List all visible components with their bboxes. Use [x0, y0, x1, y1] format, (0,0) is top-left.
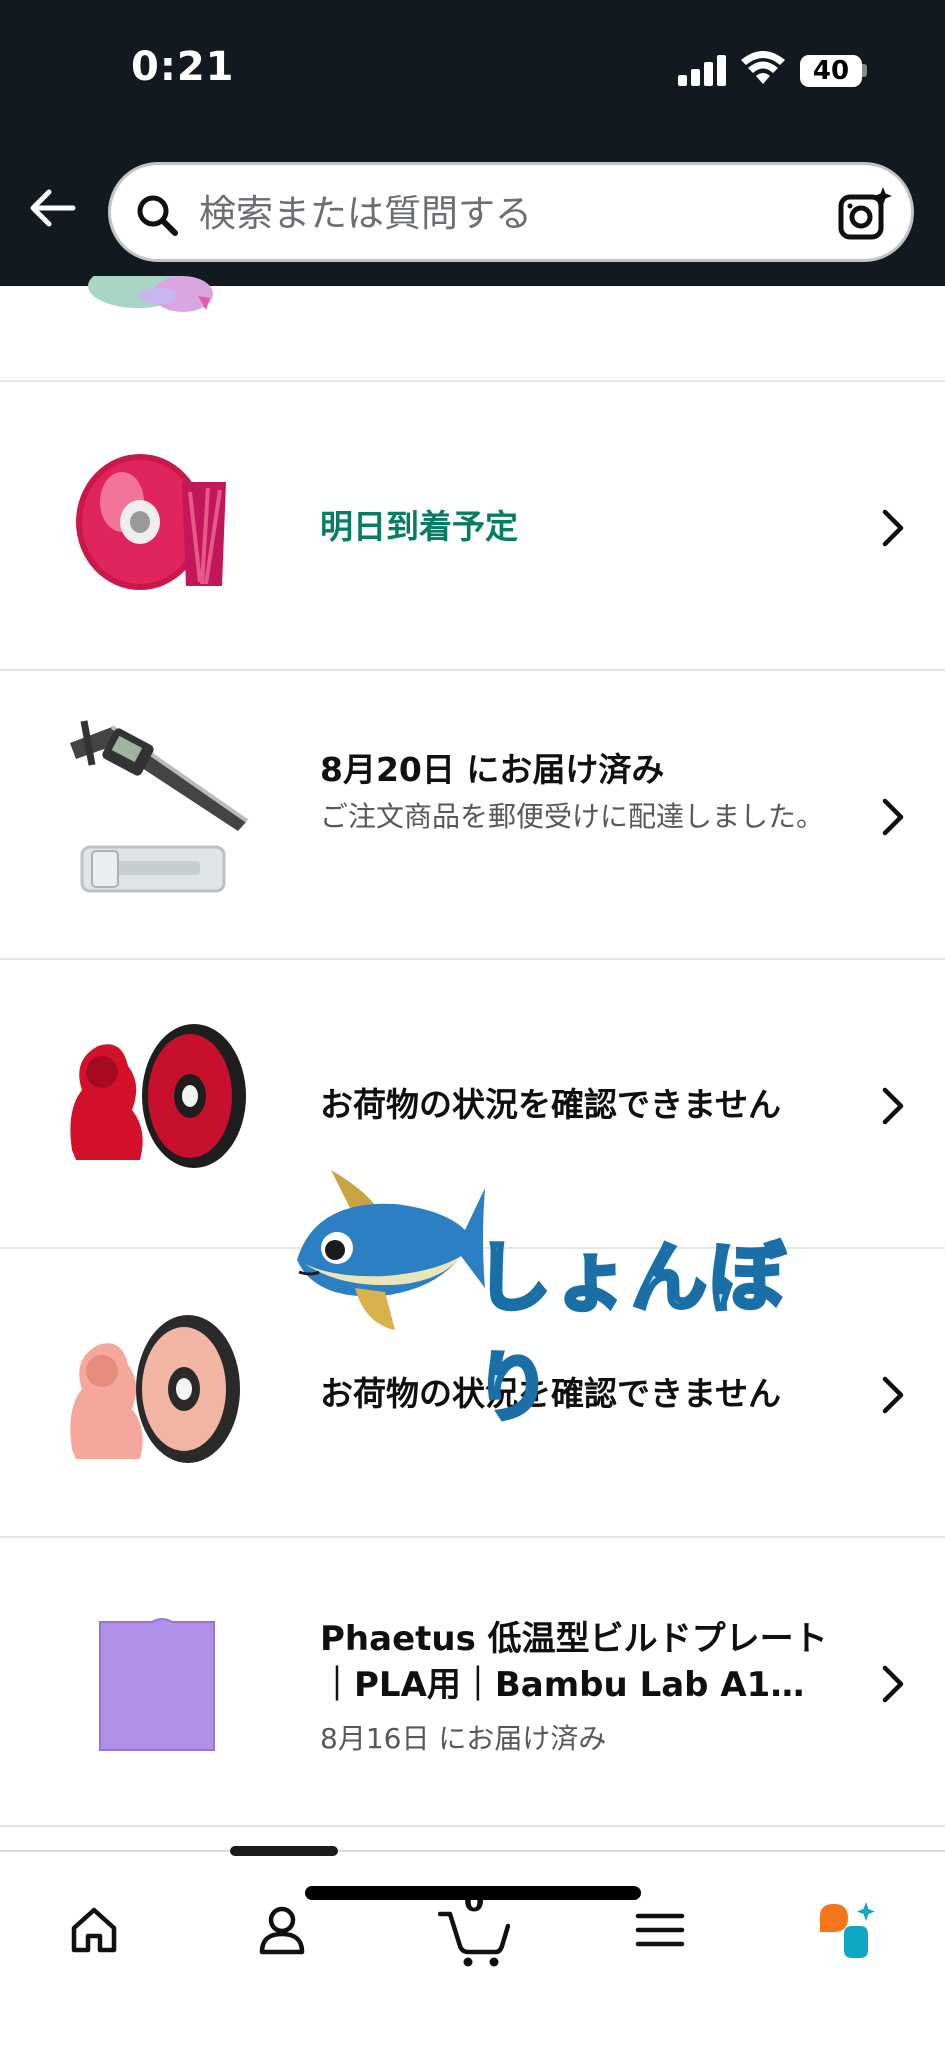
chevron-right-icon — [882, 798, 904, 836]
delivery-status: 明日到着予定 — [320, 507, 518, 546]
chevron-right-icon — [882, 1087, 904, 1125]
search-icon — [137, 195, 178, 236]
rufus-assistant-icon — [820, 1902, 875, 1958]
order-info: Phaetus 低温型ビルドプレート｜PLA用｜Bambu Lab A1… 8月… — [320, 1616, 840, 1760]
multicolor-filament-thumbnail — [88, 276, 213, 312]
purple-build-plate-thumbnail — [99, 1618, 215, 1751]
red-silk-filament-thumbnail — [76, 454, 226, 590]
account-icon — [259, 1906, 305, 1955]
pink-filament-spool-thumbnail — [70, 1315, 240, 1463]
status-time: 0:21 — [131, 44, 235, 90]
menu-icon — [635, 1913, 685, 1947]
search-bar[interactable] — [108, 162, 914, 262]
back-arrow-icon — [30, 189, 76, 227]
camera-search-icon[interactable] — [837, 185, 895, 243]
delivery-status: 8月20日 にお届け済み — [320, 750, 665, 789]
chevron-right-icon — [882, 509, 904, 547]
nav-account-button[interactable] — [242, 1890, 322, 1970]
back-button[interactable] — [24, 180, 80, 236]
app-header: 0:21 40 — [0, 0, 945, 286]
bottom-navigation: 0 — [0, 1846, 945, 2048]
order-row[interactable]: Phaetus 低温型ビルドプレート｜PLA用｜Bambu Lab A1… 8月… — [0, 1538, 945, 1827]
order-row-partial[interactable] — [0, 276, 945, 382]
cellular-signal-icon — [678, 54, 728, 86]
nav-home-button[interactable] — [54, 1890, 134, 1970]
nav-menu-button[interactable] — [620, 1890, 700, 1970]
chevron-right-icon — [882, 1665, 904, 1703]
product-title: Phaetus 低温型ビルドプレート｜PLA用｜Bambu Lab A1… — [320, 1619, 828, 1705]
order-info: お荷物の状況を確認できません — [320, 1082, 840, 1127]
order-info: 明日到着予定 — [320, 504, 840, 549]
order-row[interactable]: お荷物の状況を確認できません — [0, 1249, 945, 1538]
battery-level: 40 — [800, 55, 862, 87]
order-row[interactable]: 8月20日 にお届け済み ご注文商品を郵便受けに配達しました。 — [0, 671, 945, 960]
red-filament-spool-thumbnail — [70, 1024, 246, 1168]
order-row[interactable]: 明日到着予定 — [0, 382, 945, 671]
order-list: 明日到着予定 8月20日 にお届け済み ご注文商品を郵便受けに配達しました。 お… — [0, 276, 945, 1827]
home-indicator — [305, 1886, 641, 1900]
chevron-right-icon — [882, 1376, 904, 1414]
battery-tip — [862, 64, 867, 77]
delivery-note: ご注文商品を郵便受けに配達しました。 — [320, 800, 825, 833]
order-info: お荷物の状況を確認できません — [320, 1371, 840, 1416]
delivery-status: お荷物の状況を確認できません — [320, 1085, 782, 1124]
order-info: 8月20日 にお届け済み ご注文商品を郵便受けに配達しました。 — [320, 747, 840, 838]
digital-caliper-thumbnail — [70, 720, 249, 893]
search-input[interactable] — [199, 183, 819, 243]
delivery-status: お荷物の状況を確認できません — [320, 1374, 782, 1413]
nav-rufus-button[interactable] — [808, 1890, 888, 1970]
nav-selection-indicator — [230, 1846, 338, 1856]
wifi-icon — [741, 51, 785, 84]
home-icon — [71, 1907, 117, 1953]
delivery-status: 8月16日 にお届け済み — [320, 1722, 607, 1755]
nav-cart-button[interactable]: 0 — [432, 1884, 516, 1970]
order-row[interactable]: お荷物の状況を確認できません — [0, 960, 945, 1249]
